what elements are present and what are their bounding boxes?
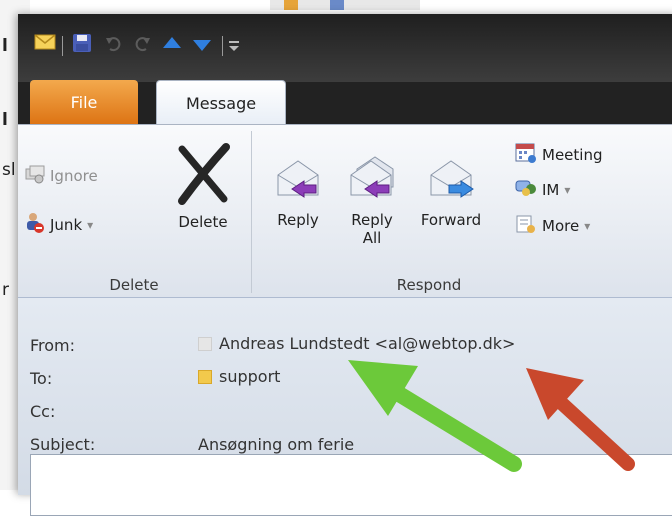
red-arrow-icon — [526, 368, 635, 471]
bg-glyph: l — [2, 36, 8, 56]
bg-glyph: l — [2, 110, 8, 130]
background-window-top — [270, 0, 420, 10]
green-arrow-icon — [348, 360, 522, 472]
annotation-arrows — [348, 360, 635, 472]
bg-glyph: r — [2, 280, 9, 300]
message-window: File Message Ignore Junk ▾ Delete Delete… — [18, 14, 672, 516]
bg-glyph: sl — [2, 160, 16, 180]
